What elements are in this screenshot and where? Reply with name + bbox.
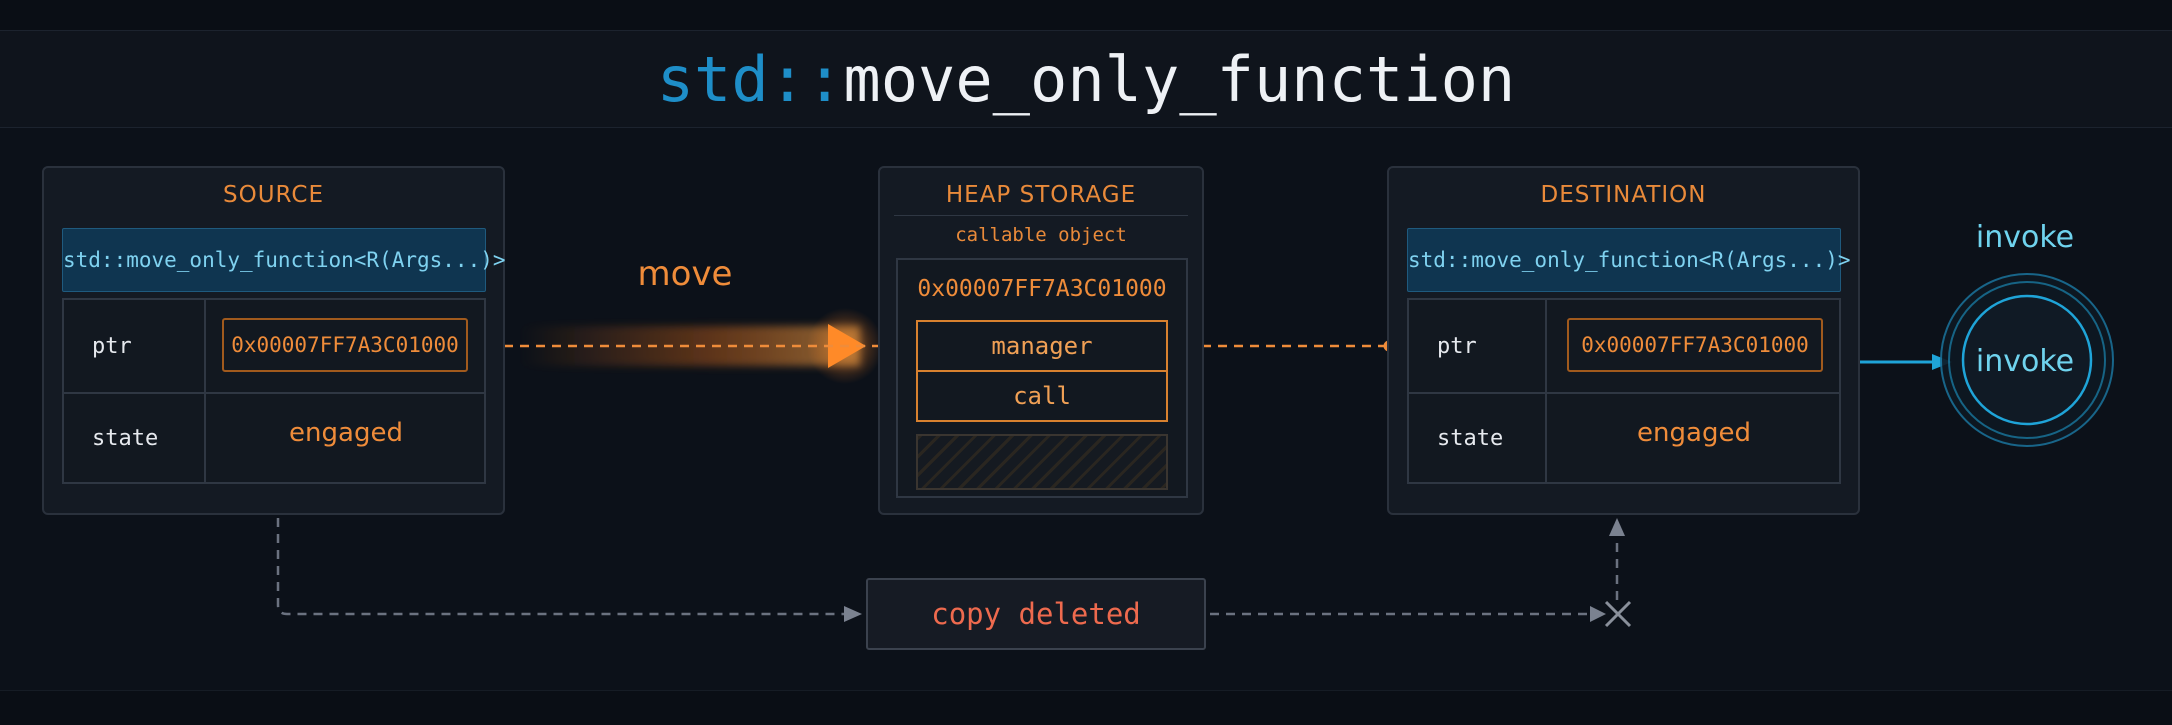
destination-state-value: engaged: [1637, 418, 1751, 448]
table-row: state engaged: [64, 392, 484, 482]
copy-up-arrow-head: [1609, 518, 1625, 536]
cross-icon: [1604, 600, 1632, 628]
source-ptr-value: 0x00007FF7A3C01000: [222, 318, 468, 372]
destination-table: ptr 0x00007FF7A3C01000 state engaged: [1407, 298, 1841, 484]
destination-ptr-value: 0x00007FF7A3C01000: [1567, 318, 1823, 372]
source-heading: SOURCE: [223, 182, 324, 208]
bottom-band: [0, 690, 2172, 725]
destination-panel: DESTINATION std::move_only_function<R(Ar…: [1387, 166, 1860, 515]
table-row: ptr 0x00007FF7A3C01000: [1409, 300, 1839, 392]
source-type-header: std::move_only_function<R(Args...)>: [62, 228, 506, 292]
source-panel: SOURCE std::move_only_function<R(Args...…: [42, 166, 506, 515]
table-row: ptr 0x00007FF7A3C01000: [64, 300, 484, 392]
heap-panel: HEAP STORAGE callable object 0x00007FF7A…: [878, 166, 1204, 515]
move-arrow: [480, 308, 904, 384]
heap-address: 0x00007FF7A3C01000: [917, 276, 1167, 302]
heap-destination-link: [1180, 340, 1395, 352]
source-ptr-label: ptr: [64, 300, 206, 392]
heap-divider: [894, 215, 1188, 216]
heap-slot-manager: manager: [916, 320, 1168, 372]
heap-inner-box: 0x00007FF7A3C01000 manager call: [896, 258, 1188, 498]
table-row: state engaged: [1409, 392, 1839, 482]
destination-heading: DESTINATION: [1540, 182, 1707, 208]
source-state-value: engaged: [289, 418, 403, 448]
invoke-label-circle: invoke: [1975, 344, 2075, 379]
destination-ptr-label: ptr: [1409, 300, 1547, 392]
heap-subheading: callable object: [955, 224, 1127, 246]
heap-slot-call: call: [916, 370, 1168, 422]
destination-state-label: state: [1409, 394, 1547, 482]
source-state-label: state: [64, 394, 206, 482]
source-table: ptr 0x00007FF7A3C01000 state engaged: [62, 298, 486, 484]
copy-deleted-box: copy deleted: [866, 578, 1206, 650]
destination-type-header: std::move_only_function<R(Args...)>: [1407, 228, 1851, 292]
move-label: move: [637, 254, 733, 294]
heap-unused-storage: [916, 434, 1168, 490]
copy-arrow-head-2: [1590, 606, 1606, 622]
invoke-label-top: invoke: [1975, 220, 2075, 255]
copy-arrow-head: [844, 606, 862, 622]
heap-heading: HEAP STORAGE: [945, 182, 1137, 208]
